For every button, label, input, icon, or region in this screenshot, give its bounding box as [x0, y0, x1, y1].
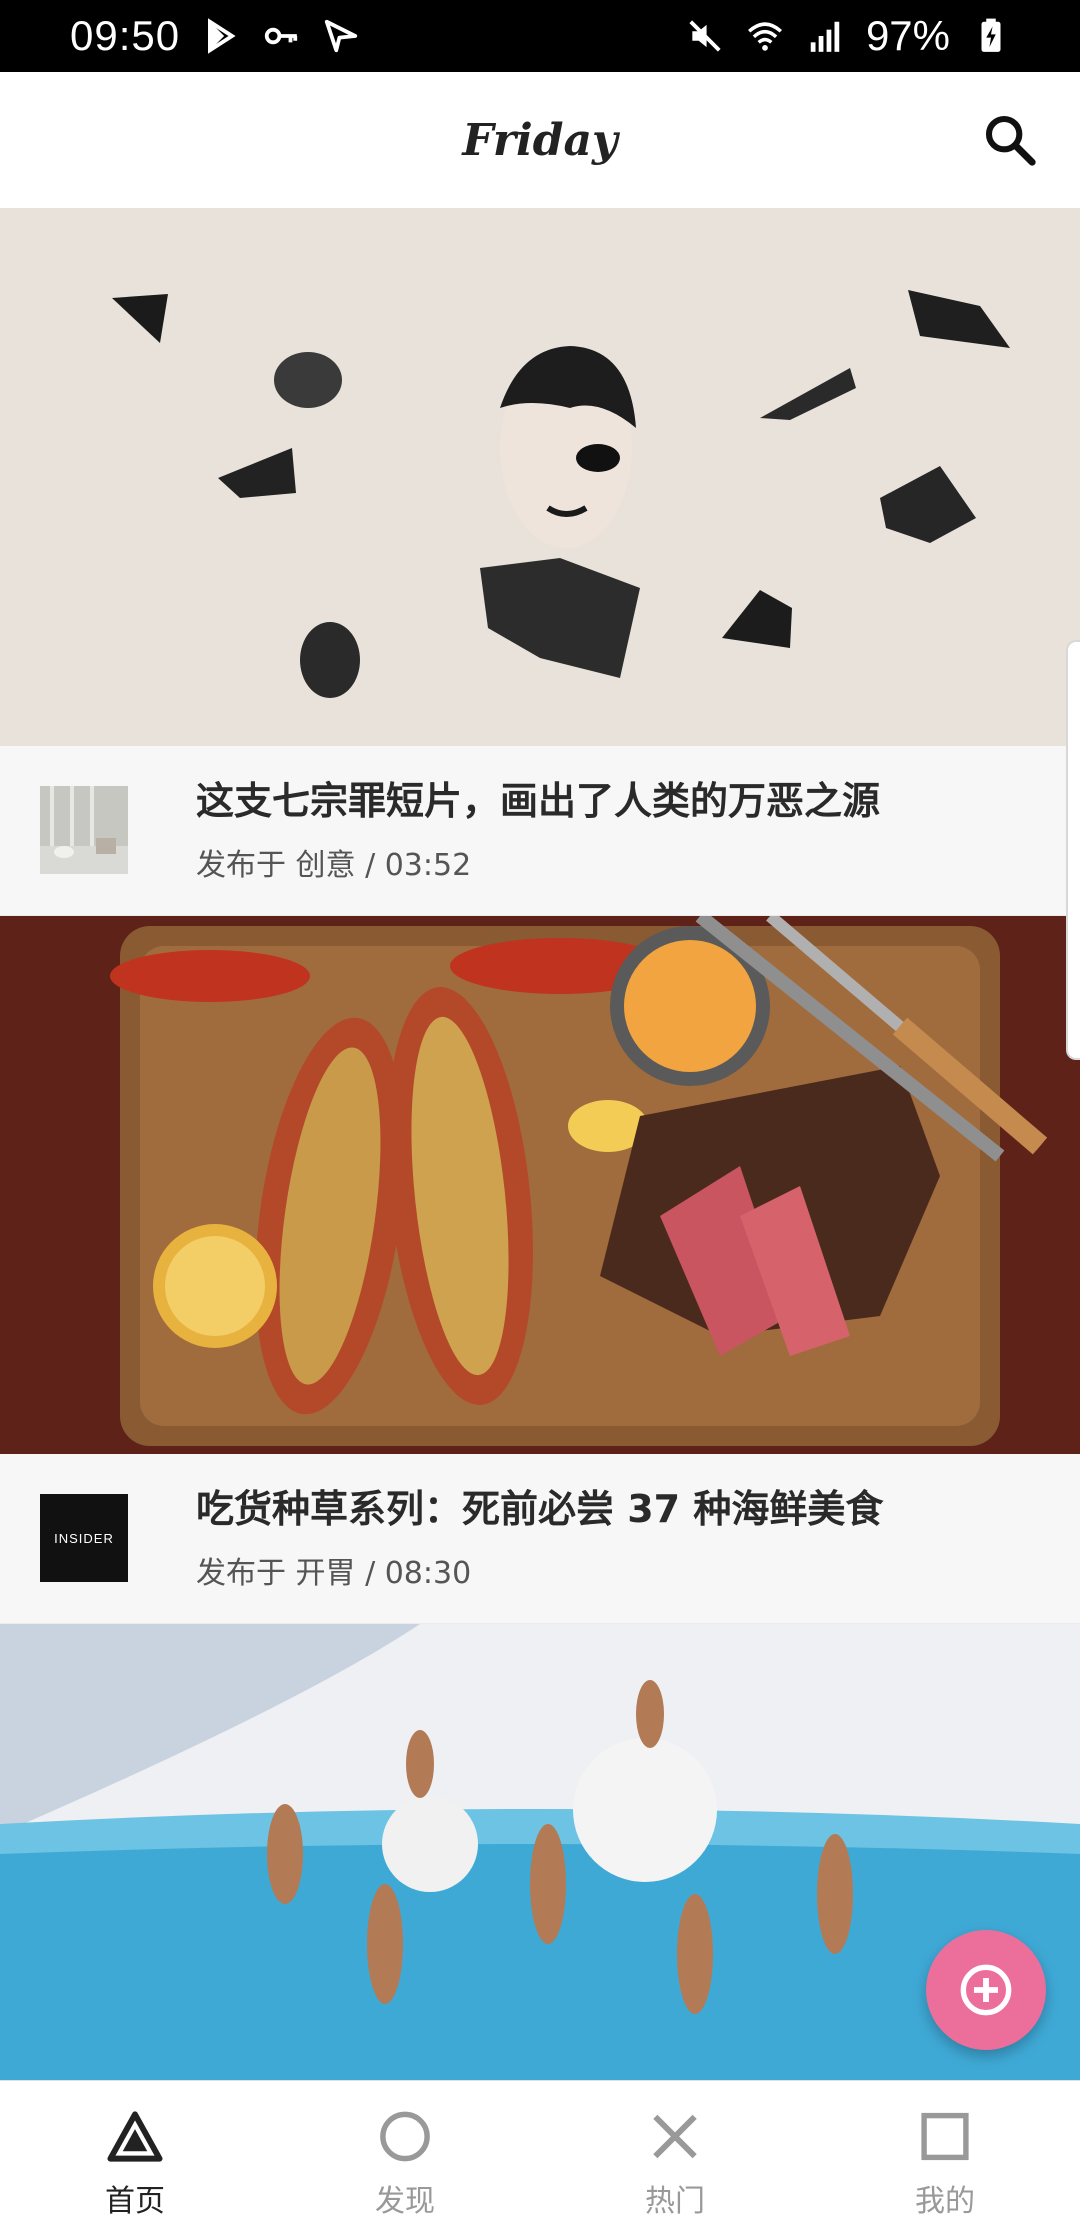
- card-title[interactable]: 吃货种草系列：死前必尝 37 种海鲜美食: [196, 1478, 1040, 1533]
- bottom-nav: 首页 发现 热门 我的: [0, 2080, 1080, 2220]
- tab-me-label: 我的: [915, 2184, 975, 2219]
- card-subtitle: 发布于 创意 / 03:52: [196, 848, 472, 883]
- card-image-pool[interactable]: [0, 1624, 1080, 2080]
- room-thumbnail: [40, 786, 128, 874]
- card-meta[interactable]: INSIDER 吃货种草系列：死前必尝 37 种海鲜美食 发布于 开胃 / 08…: [0, 1454, 1080, 1624]
- pool-photo: [0, 1624, 1080, 2080]
- send-icon: [324, 19, 358, 53]
- scroll-handle[interactable]: [1066, 640, 1080, 1060]
- card-subtitle: 发布于 开胃 / 08:30: [196, 1556, 472, 1591]
- card-image-art[interactable]: [0, 208, 1080, 746]
- avatar-insider-text: INSIDER: [54, 1530, 114, 1546]
- wifi-icon: [747, 22, 782, 51]
- feed-list[interactable]: 这支七宗罪短片，画出了人类的万恶之源 发布于 创意 / 03:52 INSIDE…: [0, 208, 1080, 2080]
- app-header: Friday: [0, 72, 1080, 208]
- add-post-button[interactable]: [926, 1930, 1046, 2050]
- cross-icon: [653, 2114, 697, 2159]
- tab-home-label: 首页: [105, 2184, 165, 2219]
- add-circle-icon: [960, 1964, 1012, 2016]
- circle-icon: [380, 2111, 430, 2162]
- search-icon[interactable]: [982, 112, 1038, 168]
- battery-charging-icon: [981, 18, 1001, 52]
- square-icon: [921, 2112, 969, 2161]
- card-avatar: [40, 786, 128, 874]
- tab-me[interactable]: 我的: [810, 2081, 1080, 2220]
- app-title: Friday: [462, 114, 618, 166]
- art-illustration: [112, 290, 1010, 698]
- triangle-icon: [107, 2111, 163, 2162]
- food-photo: [0, 916, 1080, 1454]
- tab-home[interactable]: 首页: [0, 2081, 270, 2220]
- card-image-food[interactable]: [0, 916, 1080, 1454]
- tab-hot[interactable]: 热门: [540, 2081, 810, 2220]
- feed-card[interactable]: [0, 1624, 1080, 2080]
- status-bar: 09:50 97%: [0, 0, 1080, 72]
- tab-hot-label: 热门: [645, 2184, 705, 2219]
- card-title[interactable]: 这支七宗罪短片，画出了人类的万恶之源: [196, 770, 1040, 825]
- feed-card[interactable]: INSIDER 吃货种草系列：死前必尝 37 种海鲜美食 发布于 开胃 / 08…: [0, 916, 1080, 1624]
- play-store-icon: [208, 18, 236, 54]
- battery-percent: 97%: [865, 12, 950, 59]
- signal-icon: [810, 21, 840, 52]
- mute-icon: [689, 20, 721, 52]
- card-meta[interactable]: 这支七宗罪短片，画出了人类的万恶之源 发布于 创意 / 03:52: [0, 746, 1080, 916]
- key-icon: [264, 27, 298, 45]
- tab-discover-label: 发现: [375, 2184, 435, 2219]
- tab-discover[interactable]: 发现: [270, 2081, 540, 2220]
- card-avatar: INSIDER: [40, 1494, 128, 1582]
- status-time: 09:50: [70, 12, 181, 59]
- feed-card[interactable]: 这支七宗罪短片，画出了人类的万恶之源 发布于 创意 / 03:52: [0, 208, 1080, 916]
